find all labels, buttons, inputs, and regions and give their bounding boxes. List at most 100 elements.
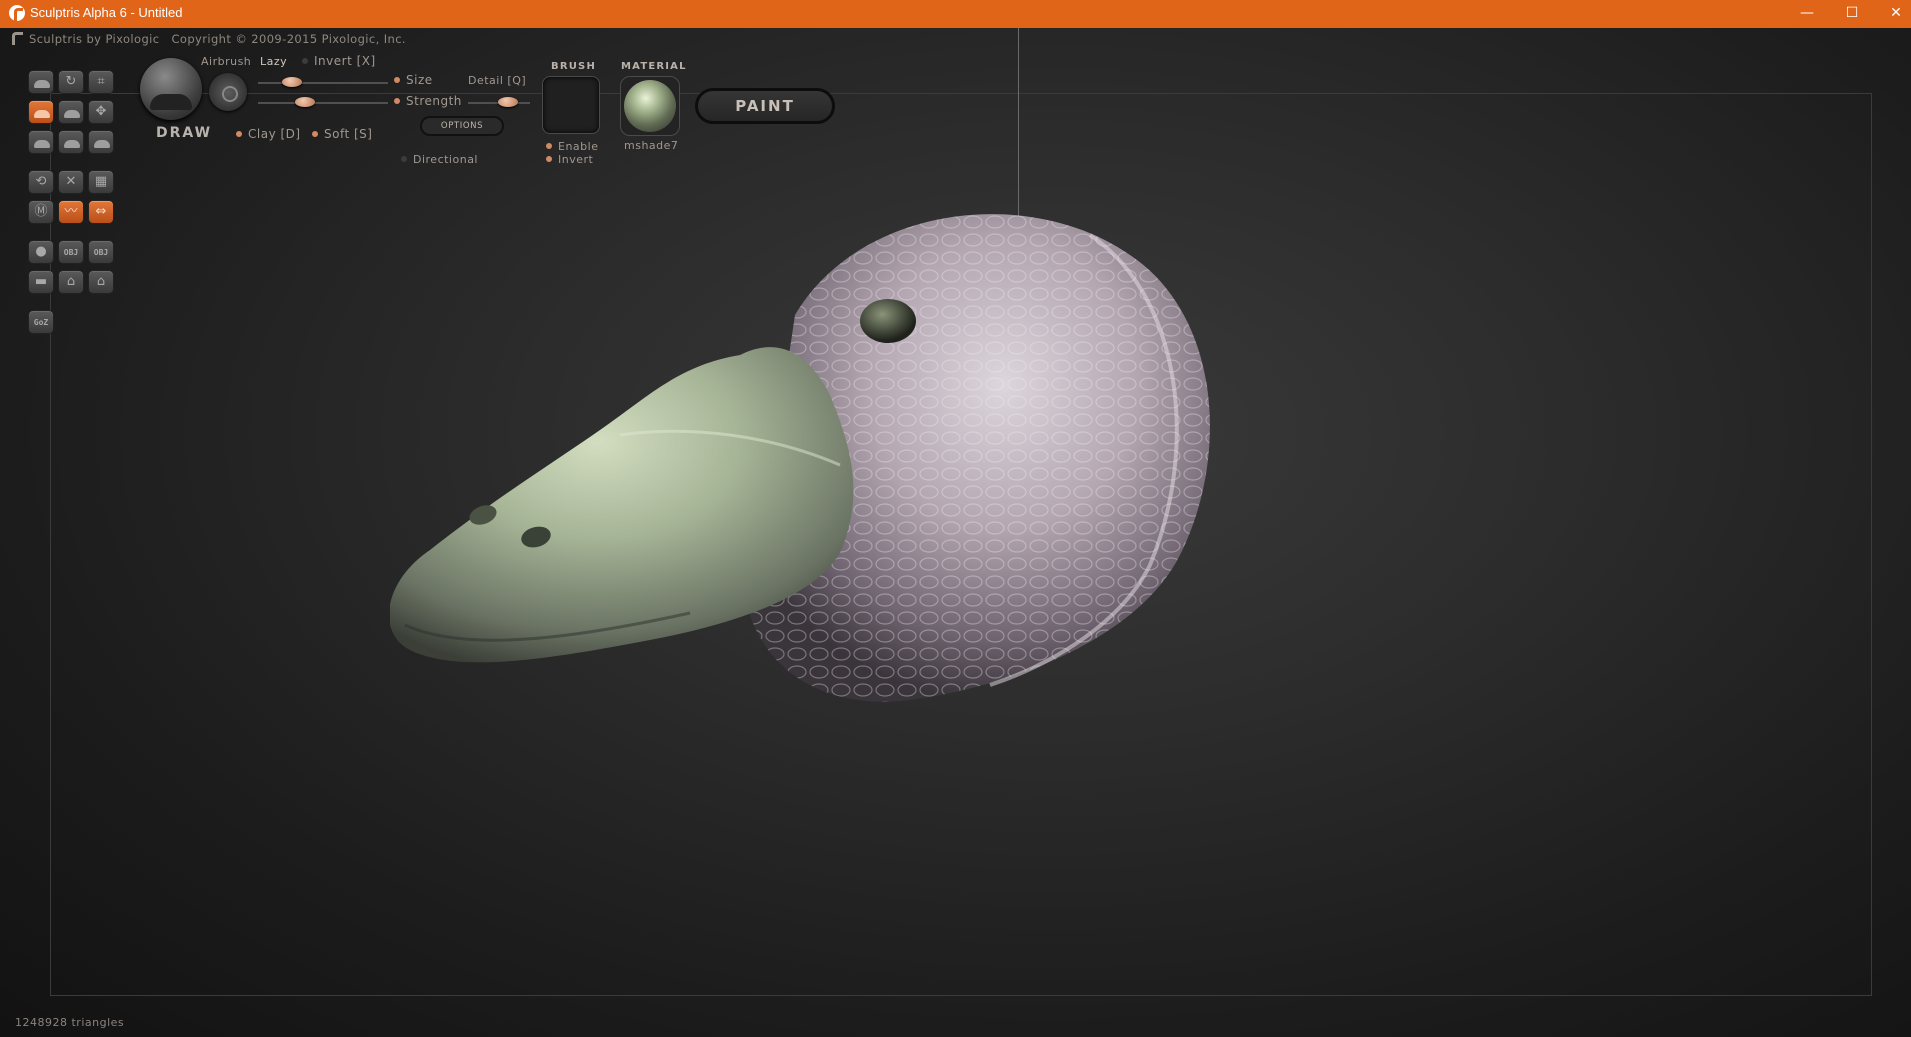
brand-bar: Sculptris by Pixologic Copyright © 2009-2… — [12, 32, 406, 46]
crease-tool-button[interactable] — [58, 130, 84, 154]
copyright-text: Copyright © 2009-2015 Pixologic, Inc. — [171, 32, 406, 46]
brush-header: BRUSH — [551, 61, 597, 72]
brand-name: Sculptris by Pixologic — [29, 32, 160, 46]
house-icon: ⌂ — [66, 274, 76, 289]
triangle-count: 1248928 triangles — [15, 1016, 125, 1029]
wireframe-button[interactable]: ▦ — [88, 170, 114, 194]
pinch-tool-button[interactable] — [28, 130, 54, 154]
orbit-icon: ⟲ — [35, 174, 47, 189]
export-obj-button[interactable]: OBJ — [88, 240, 114, 264]
enable-indicator — [546, 143, 552, 149]
enable-label: Enable — [558, 140, 599, 153]
mask-icon: Ⓜ — [34, 204, 48, 219]
strength-indicator — [394, 98, 400, 104]
cross-icon: ✕ — [65, 174, 77, 189]
duck-head-model[interactable] — [390, 195, 1350, 845]
close-button[interactable]: ✕ — [1873, 0, 1911, 28]
import-obj-button[interactable]: OBJ — [58, 240, 84, 264]
move-icon: ✥ — [95, 104, 107, 119]
rotate-model-button[interactable]: ⟲ — [28, 170, 54, 194]
crease-icon — [64, 140, 80, 148]
detail-label: Detail [Q] — [468, 74, 527, 87]
clay-toggle[interactable]: Clay [D] — [236, 127, 301, 141]
soft-indicator — [312, 131, 318, 137]
title-bar: Sculptris Alpha 6 - Untitled — ☐ ✕ — [0, 0, 1911, 28]
invert-label: Invert [X] — [314, 54, 376, 68]
brush-texture-slot[interactable] — [542, 76, 600, 134]
brush-falloff-preview[interactable] — [209, 73, 247, 111]
brush-invert-label: Invert — [558, 153, 594, 166]
goz-button[interactable]: GoZ — [28, 310, 54, 334]
crop-tool-button[interactable]: ⌗ — [88, 70, 114, 94]
smooth-icon — [94, 140, 110, 148]
size-option[interactable]: Size — [394, 73, 433, 87]
maximize-button[interactable]: ☐ — [1829, 0, 1875, 28]
wave-icon: 〰 — [64, 204, 78, 219]
plane-icon: ▬ — [34, 274, 48, 289]
goz-icon: GoZ — [33, 318, 49, 327]
soft-label: Soft [S] — [324, 127, 373, 141]
airbrush-toggle[interactable]: Airbrush — [201, 55, 251, 68]
draw-icon — [34, 80, 50, 88]
clay-label: Clay [D] — [248, 127, 301, 141]
symmetry-arrows-icon: ⇔ — [95, 204, 107, 219]
pinch-icon — [34, 140, 50, 148]
sphere-icon: ● — [35, 244, 47, 259]
smooth-tool-button[interactable] — [88, 130, 114, 154]
inflate-tool-button[interactable] — [28, 100, 54, 124]
inflate-icon — [34, 110, 50, 118]
directional-label: Directional — [413, 153, 478, 166]
strength-slider-track[interactable] — [258, 102, 388, 104]
flatten-tool-button[interactable] — [58, 100, 84, 124]
size-slider-knob[interactable] — [282, 77, 302, 87]
strength-label: Strength — [406, 94, 462, 108]
grid-icon: ▦ — [94, 174, 108, 189]
save-icon: ⌂ — [96, 274, 106, 289]
brush-invert-toggle[interactable]: Invert — [546, 153, 593, 166]
material-sphere — [624, 80, 676, 132]
soft-toggle[interactable]: Soft [S] — [312, 127, 372, 141]
material-preview[interactable] — [620, 76, 680, 136]
draw-tool-button[interactable] — [28, 70, 54, 94]
new-plane-button[interactable]: ▬ — [28, 270, 54, 294]
active-brush-label: DRAW — [155, 125, 213, 141]
rotate-icon: ↻ — [65, 74, 77, 89]
options-button[interactable]: OPTIONS — [420, 116, 504, 136]
brush-enable-toggle[interactable]: Enable — [546, 140, 598, 153]
duck-eye — [860, 299, 916, 343]
detail-slider-knob[interactable] — [498, 97, 518, 107]
invert-indicator — [302, 58, 308, 64]
material-header: MATERIAL — [621, 61, 687, 72]
material-name: mshade7 — [624, 139, 679, 152]
size-label: Size — [406, 73, 433, 87]
strength-slider-knob[interactable] — [295, 97, 315, 107]
grab-tool-button[interactable]: ✥ — [88, 100, 114, 124]
reduce-brush-button[interactable]: ✕ — [58, 170, 84, 194]
open-file-button[interactable]: ⌂ — [58, 270, 84, 294]
window-title: Sculptris Alpha 6 - Untitled — [30, 5, 183, 20]
symmetry-wave-button[interactable]: 〰 — [58, 200, 84, 224]
size-slider-track[interactable] — [258, 82, 388, 84]
mask-button[interactable]: Ⓜ — [28, 200, 54, 224]
size-indicator — [394, 77, 400, 83]
paint-mode-button[interactable]: PAINT — [695, 88, 835, 124]
sculptris-s-icon — [12, 32, 23, 45]
guide-line — [1018, 28, 1019, 218]
brush-invert-indicator — [546, 156, 552, 162]
strength-option[interactable]: Strength — [394, 94, 462, 108]
active-brush-preview[interactable] — [140, 58, 202, 120]
directional-indicator — [401, 156, 407, 162]
invert-toggle[interactable]: Invert [X] — [302, 54, 376, 68]
flatten-icon — [64, 110, 80, 118]
directional-toggle[interactable]: Directional — [401, 153, 478, 166]
rotate-tool-button[interactable]: ↻ — [58, 70, 84, 94]
crop-icon: ⌗ — [97, 74, 105, 89]
sculptris-logo-icon — [9, 5, 25, 21]
symmetry-button[interactable]: ⇔ — [88, 200, 114, 224]
obj-export-icon: OBJ — [93, 248, 109, 257]
new-sphere-button[interactable]: ● — [28, 240, 54, 264]
lazy-toggle[interactable]: Lazy — [260, 55, 287, 68]
save-file-button[interactable]: ⌂ — [88, 270, 114, 294]
minimize-button[interactable]: — — [1784, 0, 1830, 28]
clay-indicator — [236, 131, 242, 137]
